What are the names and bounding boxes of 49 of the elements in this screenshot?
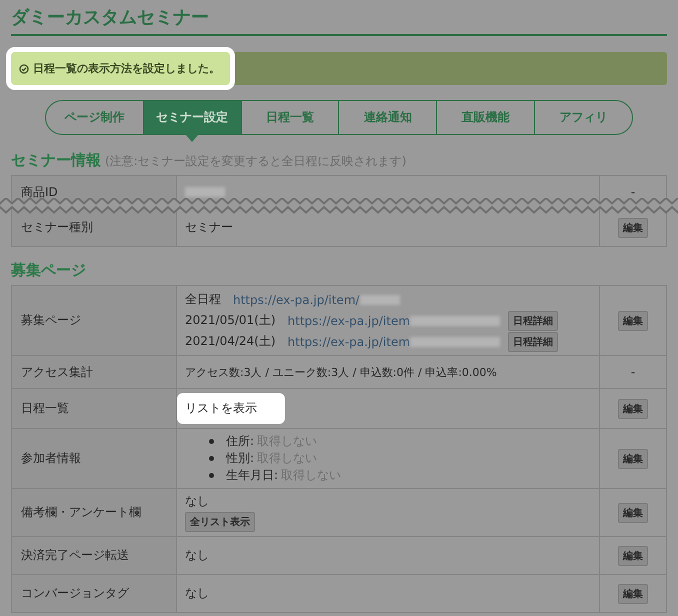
bullet-icon bbox=[209, 439, 214, 444]
edit-button[interactable]: 編集 bbox=[618, 546, 648, 566]
date-label: 2021/04/24(土) bbox=[185, 333, 276, 350]
tab[interactable]: 日程一覧 bbox=[242, 101, 340, 134]
url-link[interactable]: https://ex-pa.jp/item/ bbox=[233, 292, 360, 306]
edit-button[interactable]: 編集 bbox=[618, 502, 648, 522]
bullet-icon bbox=[209, 456, 214, 461]
tab[interactable]: 連絡通知 bbox=[339, 101, 438, 134]
list-button[interactable]: 全リスト表示 bbox=[185, 512, 255, 532]
edit-button[interactable]: 編集 bbox=[618, 398, 648, 418]
edit-button[interactable]: 編集 bbox=[618, 448, 648, 468]
row-value: リストを表示 bbox=[177, 393, 285, 424]
field-name: 住所: bbox=[226, 433, 254, 450]
message-text: 日程一覧の表示方法を設定しました。 bbox=[33, 61, 220, 76]
empty-value: - bbox=[630, 185, 636, 199]
row-value: なし bbox=[185, 493, 209, 510]
field-name: 性別: bbox=[226, 450, 254, 467]
date-label: 全日程 bbox=[185, 291, 221, 308]
section-heading: 募集ページ bbox=[11, 261, 86, 280]
row-value: アクセス数:3人 / ユニーク数:3人 / 申込数:0件 / 申込率:0.00% bbox=[185, 364, 497, 380]
field-name: 生年月日: bbox=[226, 467, 278, 484]
edit-button[interactable]: 編集 bbox=[618, 218, 648, 238]
url-link[interactable]: https://ex-pa.jp/item bbox=[288, 314, 410, 328]
check-circle-icon bbox=[19, 64, 29, 74]
row-label: コンバージョンタグ bbox=[12, 575, 177, 612]
detail-button[interactable]: 日程詳細 bbox=[508, 310, 558, 330]
row-value: セミナー bbox=[184, 219, 234, 236]
edit-button[interactable]: 編集 bbox=[618, 584, 648, 604]
bullet-icon bbox=[209, 473, 214, 478]
url-link[interactable]: https://ex-pa.jp/item bbox=[288, 334, 410, 348]
redacted-value bbox=[360, 294, 400, 304]
row-label: セミナー種別 bbox=[12, 209, 177, 246]
page-title: ダミーカスタムセミナー bbox=[11, 6, 210, 30]
row-label: 日程一覧 bbox=[12, 389, 177, 428]
row-label: 備考欄・アンケート欄 bbox=[12, 489, 177, 536]
redacted-value bbox=[185, 187, 225, 197]
date-label: 2021/05/01(土) bbox=[185, 312, 276, 329]
row-label: 参加者情報 bbox=[12, 429, 177, 488]
row-value: なし bbox=[184, 547, 210, 564]
tab[interactable]: アフィリ bbox=[535, 101, 632, 134]
tab[interactable]: 直販機能 bbox=[437, 101, 536, 134]
section-heading: セミナー情報 bbox=[11, 151, 101, 170]
detail-button[interactable]: 日程詳細 bbox=[508, 332, 558, 352]
row-label: 決済完了ページ転送 bbox=[12, 537, 177, 574]
row-label: 募集ページ bbox=[12, 286, 177, 355]
empty-value: - bbox=[630, 365, 636, 379]
edit-button[interactable]: 編集 bbox=[618, 310, 648, 330]
row-label: アクセス集計 bbox=[12, 356, 177, 388]
row-value: なし bbox=[184, 585, 210, 602]
